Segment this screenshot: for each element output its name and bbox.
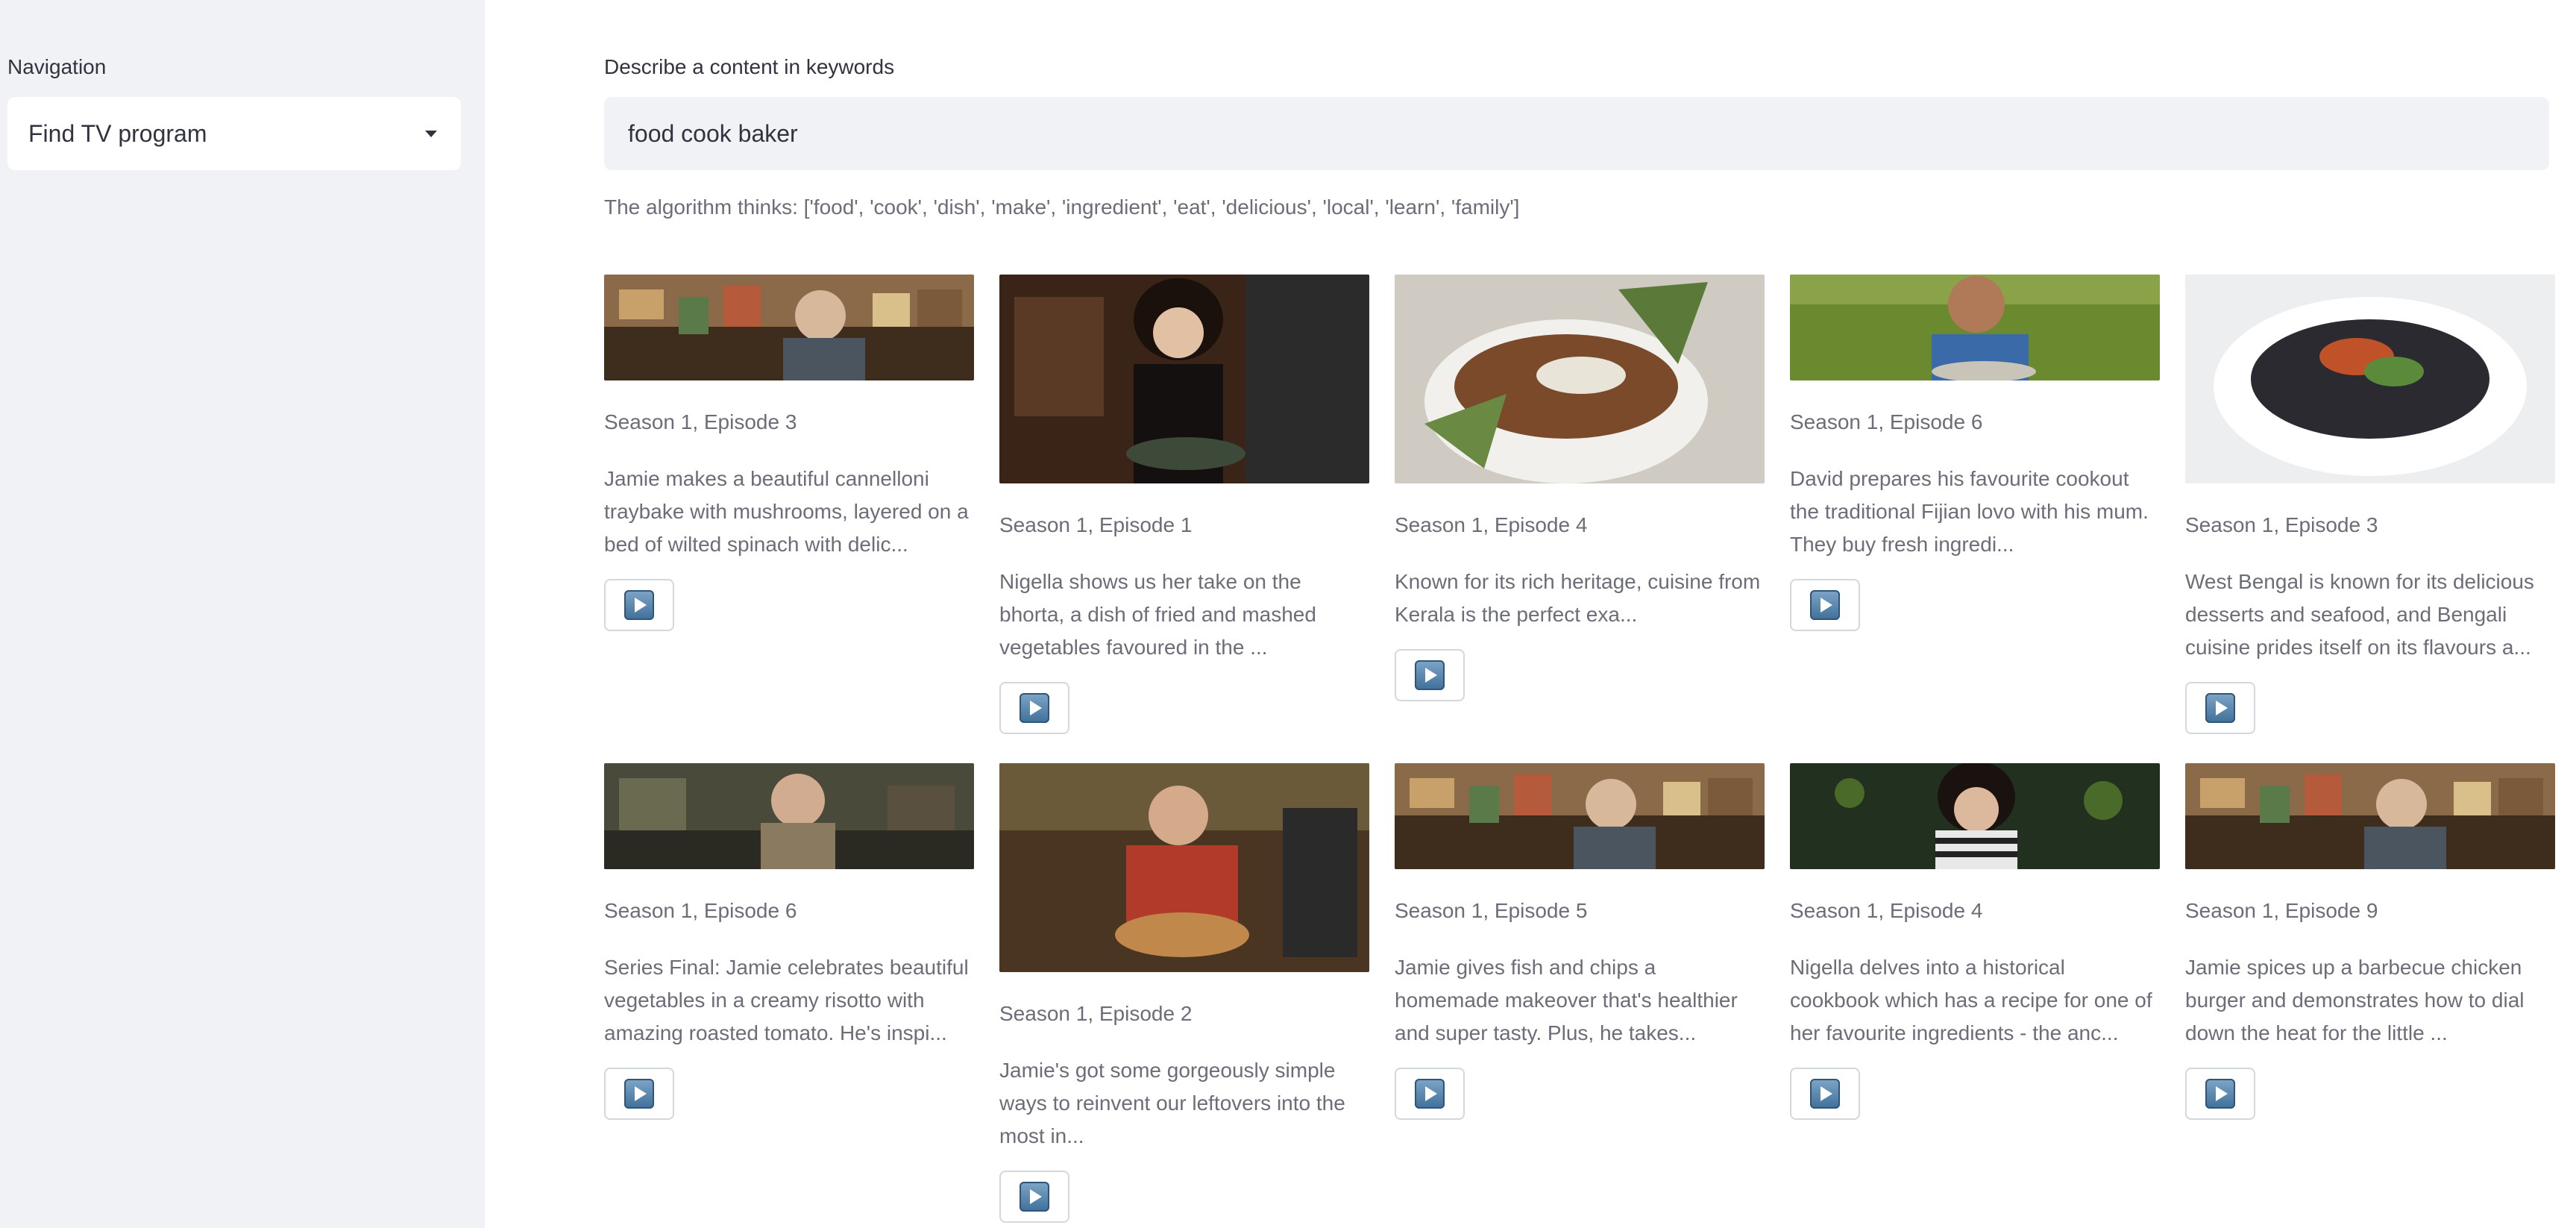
episode-thumbnail	[2185, 275, 2555, 483]
play-button[interactable]	[999, 1171, 1069, 1223]
episode-label: Season 1, Episode 2	[999, 1002, 1193, 1025]
episode-thumbnail	[2185, 763, 2555, 869]
result-card: Season 1, Episode 4 Known for its rich he…	[1395, 275, 1765, 701]
play-button[interactable]	[604, 579, 674, 631]
episode-label: Season 1, Episode 5	[1395, 899, 1588, 922]
result-card: Season 1, Episode 3 West Bengal is known …	[2185, 275, 2555, 734]
episode-thumbnail	[999, 763, 1369, 972]
episode-thumbnail	[1790, 763, 2160, 869]
result-card: Season 1, Episode 4 Nigella delves into a…	[1790, 763, 2160, 1120]
episode-thumbnail	[1790, 275, 2160, 380]
result-card: Season 1, Episode 3 Jamie makes a beautif…	[604, 275, 974, 631]
result-card: Season 1, Episode 9 Jamie spices up a bar…	[2185, 763, 2555, 1120]
play-button[interactable]	[999, 682, 1069, 734]
navigation-select[interactable]: Find TV program	[7, 97, 461, 170]
play-icon	[2205, 1079, 2235, 1109]
result-card: Season 1, Episode 6 David prepares his fa…	[1790, 275, 2160, 631]
episode-thumbnail	[1395, 763, 1765, 869]
play-button[interactable]	[1790, 579, 1860, 631]
play-button[interactable]	[1395, 1068, 1465, 1120]
episode-description: Jamie makes a beautiful cannelloni trayb…	[604, 467, 969, 556]
play-icon	[1415, 1079, 1445, 1109]
play-icon	[2205, 693, 2235, 723]
episode-label: Season 1, Episode 4	[1790, 899, 1983, 922]
episode-thumbnail	[604, 275, 974, 380]
result-card: Season 1, Episode 2 Jamie's got some gorg…	[999, 763, 1369, 1223]
result-card: Season 1, Episode 6 Series Final: Jamie c…	[604, 763, 974, 1120]
episode-label: Season 1, Episode 4	[1395, 513, 1588, 536]
keywords-input[interactable]	[604, 97, 2549, 170]
episode-description: Known for its rich heritage, cuisine fro…	[1395, 570, 1761, 626]
play-icon	[624, 590, 654, 620]
play-icon	[1020, 1182, 1049, 1212]
chevron-down-icon	[425, 130, 437, 137]
episode-label: Season 1, Episode 6	[604, 899, 797, 922]
play-button[interactable]	[2185, 682, 2255, 734]
episode-description: Series Final: Jamie celebrates beautiful…	[604, 956, 969, 1044]
episode-description: Jamie spices up a barbecue chicken burge…	[2185, 956, 2525, 1044]
play-button[interactable]	[1790, 1068, 1860, 1120]
algorithm-result-text: The algorithm thinks: ['food', 'cook', '…	[604, 195, 1520, 219]
episode-description: Jamie's got some gorgeously simple ways …	[999, 1059, 1345, 1147]
play-button[interactable]	[1395, 649, 1465, 701]
play-icon	[1020, 693, 1049, 723]
navigation-select-value: Find TV program	[28, 119, 207, 147]
episode-description: David prepares his favourite cookout the…	[1790, 467, 2149, 556]
episode-label: Season 1, Episode 3	[2185, 513, 2378, 536]
play-button[interactable]	[604, 1068, 674, 1120]
navigation-label: Navigation	[7, 55, 107, 78]
sidebar: Navigation Find TV program	[0, 0, 485, 1228]
play-icon	[1415, 660, 1445, 690]
episode-thumbnail	[604, 763, 974, 869]
episode-thumbnail	[1395, 275, 1765, 483]
play-icon	[1810, 1079, 1840, 1109]
main-content: Describe a content in keywords The algor…	[604, 0, 2555, 1228]
play-icon	[624, 1079, 654, 1109]
episode-description: Nigella delves into a historical cookboo…	[1790, 956, 2152, 1044]
episode-thumbnail	[999, 275, 1369, 483]
episode-label: Season 1, Episode 6	[1790, 410, 1983, 433]
episode-description: West Bengal is known for its delicious d…	[2185, 570, 2534, 659]
result-card: Season 1, Episode 5 Jamie gives fish and …	[1395, 763, 1765, 1120]
episode-label: Season 1, Episode 3	[604, 410, 797, 433]
play-icon	[1810, 590, 1840, 620]
episode-label: Season 1, Episode 1	[999, 513, 1193, 536]
keywords-input-label: Describe a content in keywords	[604, 55, 895, 78]
episode-label: Season 1, Episode 9	[2185, 899, 2378, 922]
episode-description: Nigella shows us her take on the bhorta,…	[999, 570, 1316, 659]
episode-description: Jamie gives fish and chips a homemade ma…	[1395, 956, 1738, 1044]
play-button[interactable]	[2185, 1068, 2255, 1120]
result-card: Season 1, Episode 1 Nigella shows us her …	[999, 275, 1369, 734]
